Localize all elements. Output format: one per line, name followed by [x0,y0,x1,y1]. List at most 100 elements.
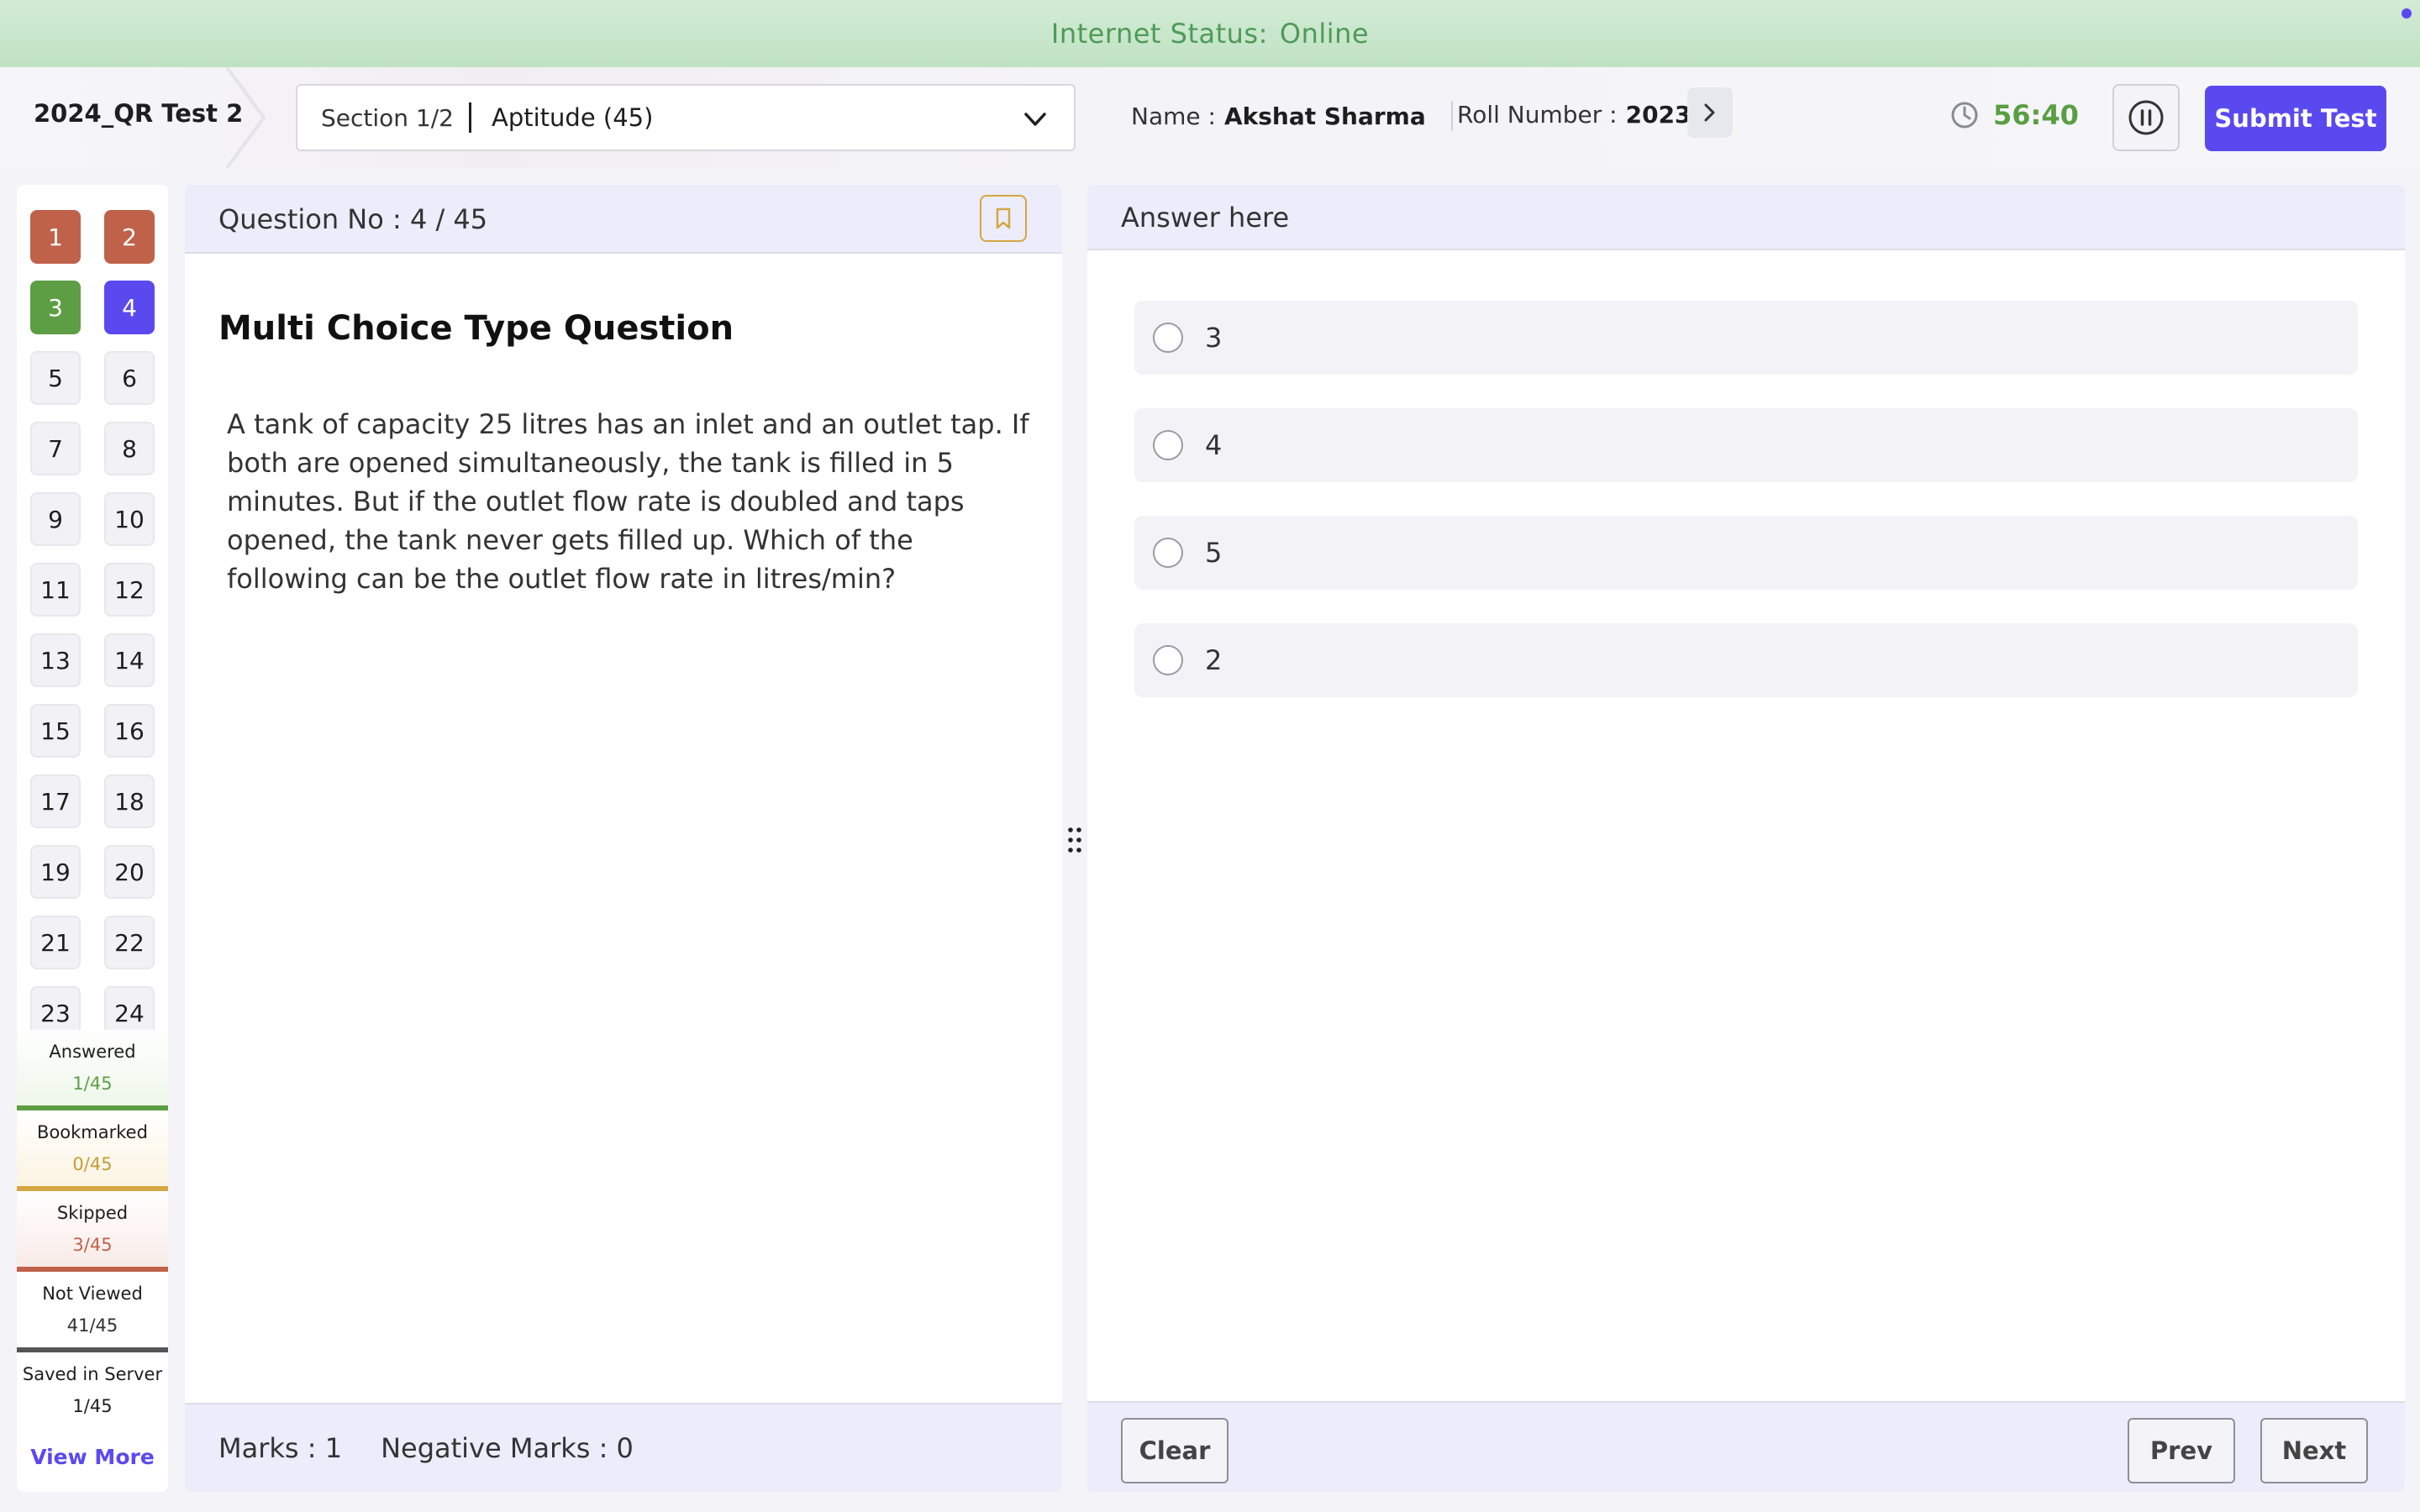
submit-test-button[interactable]: Submit Test [2205,86,2386,151]
negative-marks: Negative Marks : 0 [381,1432,634,1464]
pause-button[interactable] [2112,84,2180,151]
question-number: Question No : 4 / 45 [218,203,488,235]
question-button-23[interactable]: 23 [30,986,81,1030]
radio-button[interactable] [1153,323,1183,353]
question-button-10[interactable]: 10 [104,492,155,546]
question-button-19[interactable]: 19 [30,845,81,899]
internet-status-bar: Internet Status: Online [0,0,2420,67]
timer: 56:40 [1949,99,2079,131]
stat-answered: Answered 1/45 [17,1030,168,1110]
stat-bookmarked: Bookmarked 0/45 [17,1110,168,1191]
title-chevron-decoration [225,67,266,168]
question-button-21[interactable]: 21 [30,916,81,969]
clear-button[interactable]: Clear [1121,1418,1228,1483]
question-button-4[interactable]: 4 [104,281,155,334]
section-separator [469,102,471,133]
status-dot-icon [2402,8,2412,18]
stat-bookmarked-value: 0/45 [72,1154,113,1174]
option-4[interactable]: 2 [1134,623,2358,697]
timer-value: 56:40 [1993,99,2079,131]
question-button-14[interactable]: 14 [104,633,155,687]
internet-status-label: Internet Status: [1050,18,1268,50]
question-button-22[interactable]: 22 [104,916,155,969]
answer-footer: Clear Prev Next [1087,1401,2405,1492]
test-title: 2024_QR Test 2 [34,99,244,128]
radio-button[interactable] [1153,645,1183,675]
stat-not-viewed-value: 41/45 [66,1315,118,1336]
bookmark-icon [996,207,1011,229]
chevron-down-icon [1024,113,1046,126]
question-button-24[interactable]: 24 [104,986,155,1030]
answer-panel: Answer here 3 4 5 2 Clear Prev Next [1087,185,2405,1492]
view-more-link[interactable]: View More [17,1445,168,1469]
radio-button[interactable] [1153,538,1183,568]
stat-saved-value: 1/45 [72,1396,113,1416]
question-button-5[interactable]: 5 [30,351,81,405]
bookmark-button[interactable] [980,195,1027,242]
stat-answered-label: Answered [49,1042,136,1062]
question-button-15[interactable]: 15 [30,704,81,758]
roll-number-label: Roll Number : [1457,101,1618,129]
question-footer: Marks : 1 Negative Marks : 0 [185,1403,1062,1492]
drag-handle-icon[interactable] [1064,823,1086,857]
option-label: 3 [1205,322,1223,354]
marks: Marks : 1 [218,1432,343,1464]
section-dropdown[interactable]: Section 1/2 Aptitude (45) [296,84,1076,151]
question-button-2[interactable]: 2 [104,210,155,264]
question-button-13[interactable]: 13 [30,633,81,687]
question-button-20[interactable]: 20 [104,845,155,899]
option-2[interactable]: 4 [1134,408,2358,482]
expand-details-button[interactable] [1687,87,1733,138]
question-button-12[interactable]: 12 [104,563,155,617]
question-type: Multi Choice Type Question [218,309,734,348]
stat-saved-label: Saved in Server [22,1364,163,1384]
candidate-name: Name : Akshat Sharma [1131,101,1478,131]
question-grid[interactable]: 1 2 3 4 5 6 7 8 9 10 11 12 13 14 15 16 17 18 19 20 21 22 23 24 [17,185,168,1030]
question-text: A tank of capacity 25 litres has an inle… [227,408,1029,595]
pause-icon [2128,100,2164,135]
option-3[interactable]: 5 [1134,516,2358,590]
section-name: Aptitude (45) [492,103,654,132]
chevron-right-icon [1704,103,1715,122]
test-header: 2024_QR Test 2 Section 1/2 Aptitude (45)… [0,67,2420,168]
internet-status-value: Online [1279,18,1370,50]
question-button-1[interactable]: 1 [30,210,81,264]
section-index: Section 1/2 [321,103,454,132]
candidate-name-label: Name : [1131,102,1216,130]
stat-answered-value: 1/45 [72,1074,113,1094]
question-navigator: 1 2 3 4 5 6 7 8 9 10 11 12 13 14 15 16 17 18 19 20 21 22 23 24 … [17,185,168,1492]
prev-button[interactable]: Prev [2128,1418,2235,1483]
question-button-7[interactable]: 7 [30,422,81,475]
question-header: Question No : 4 / 45 [185,185,1062,254]
question-button-8[interactable]: 8 [104,422,155,475]
answer-header: Answer here [1087,185,2405,250]
option-label: 4 [1205,429,1223,461]
stat-not-viewed: Not Viewed 41/45 [17,1272,168,1352]
question-button-11[interactable]: 11 [30,563,81,617]
stat-saved-in-server: Saved in Server 1/45 [17,1352,168,1428]
stat-skipped-label: Skipped [56,1203,129,1223]
question-button-18[interactable]: 18 [104,774,155,828]
stat-bookmarked-label: Bookmarked [37,1122,148,1142]
option-1[interactable]: 3 [1134,301,2358,375]
candidate-separator [1450,101,1453,131]
question-stats: Answered 1/45 Bookmarked 0/45 Skipped 3/… [17,1030,168,1428]
next-button[interactable]: Next [2260,1418,2368,1483]
roll-number-value: 2023c [1625,101,1694,129]
question-button-3[interactable]: 3 [30,281,81,334]
question-button-17[interactable]: 17 [30,774,81,828]
stat-skipped: Skipped 3/45 [17,1191,168,1272]
question-button-6[interactable]: 6 [104,351,155,405]
question-button-9[interactable]: 9 [30,492,81,546]
candidate-name-value: Akshat Sharma [1223,102,1426,130]
radio-button[interactable] [1153,430,1183,460]
question-button-16[interactable]: 16 [104,704,155,758]
roll-number: Roll Number :2023c [1457,101,1694,129]
question-panel: Question No : 4 / 45 Multi Choice Type Q… [185,185,1062,1492]
clock-icon [1951,102,1978,129]
stat-skipped-value: 3/45 [72,1235,113,1255]
answer-title: Answer here [1121,202,1290,234]
option-label: 2 [1205,644,1223,676]
option-label: 5 [1205,537,1223,569]
stat-not-viewed-label: Not Viewed [42,1284,143,1304]
